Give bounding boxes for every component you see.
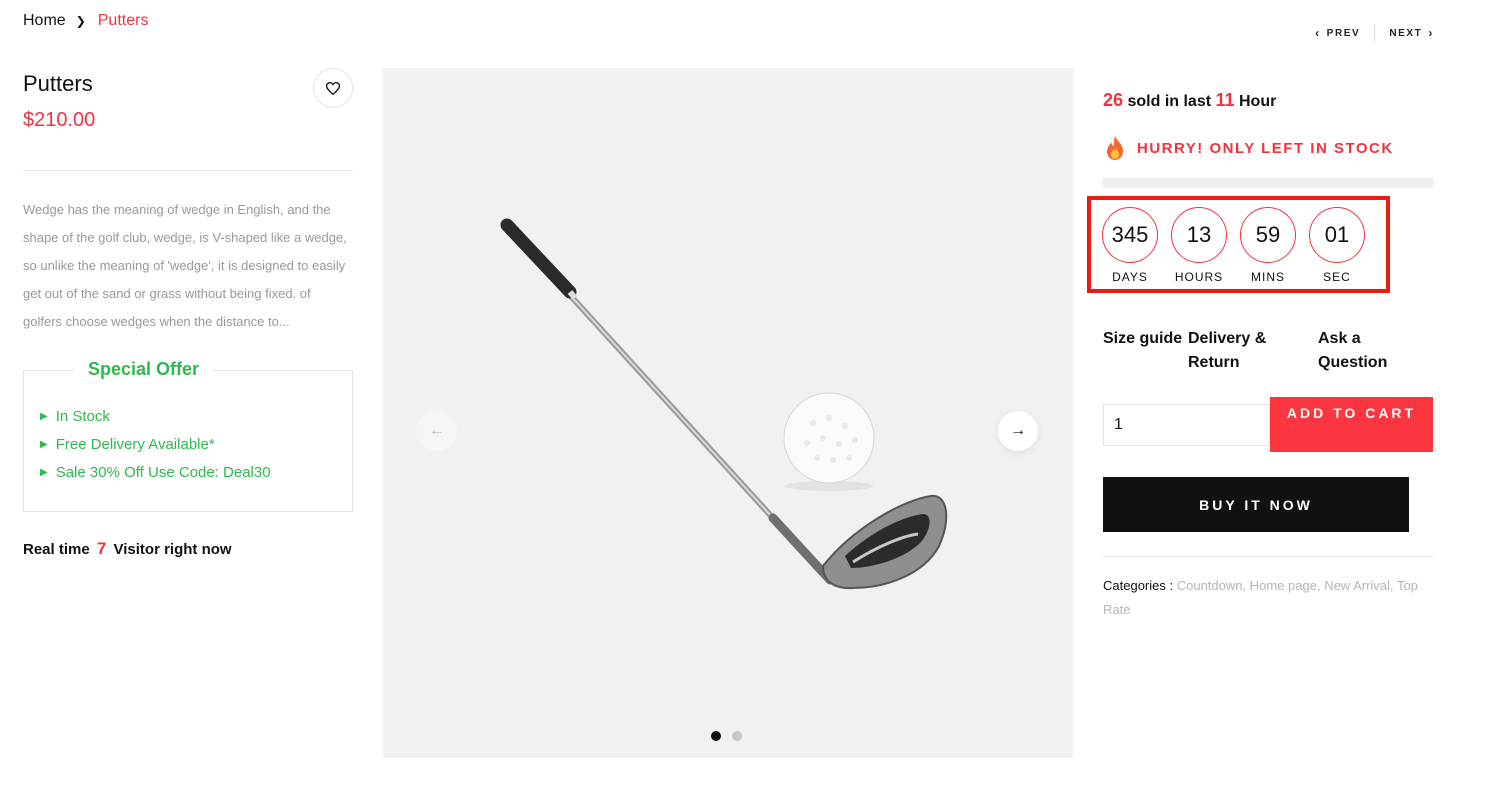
product-gallery: ← →: [383, 68, 1073, 758]
heart-icon: [326, 81, 340, 95]
prev-product-link[interactable]: ‹ PREV: [1315, 26, 1360, 40]
product-description: Wedge has the meaning of wedge in Englis…: [23, 202, 347, 329]
divider: [1103, 556, 1433, 557]
wishlist-button[interactable]: [313, 68, 353, 108]
delivery-return-link[interactable]: Delivery & Return: [1188, 327, 1318, 375]
countdown-secs-value: 01: [1309, 207, 1365, 263]
add-to-cart-button[interactable]: ADD TO CART: [1270, 397, 1433, 452]
countdown-secs-label: SEC: [1323, 270, 1351, 284]
offer-item-label: In Stock: [55, 408, 110, 425]
product-info-links: Size guide Delivery & Return Ask a Quest…: [1103, 327, 1433, 375]
countdown-mins-value: 59: [1240, 207, 1296, 263]
gallery-next-button[interactable]: →: [998, 411, 1038, 451]
countdown-days-label: DAYS: [1112, 270, 1148, 284]
divider: [23, 170, 353, 171]
offer-item-label: Sale 30% Off Use Code: Deal30: [55, 464, 271, 481]
purchase-panel: 26 sold in last 11 Hour HURRY! ONLY LEFT…: [1087, 90, 1433, 617]
sold-count: 26: [1103, 90, 1124, 110]
sold-mid: sold in last: [1127, 93, 1212, 110]
stock-progress-bar: [1103, 178, 1433, 188]
chevron-left-icon: ‹: [1315, 26, 1321, 40]
categories-label: Categories :: [1103, 578, 1174, 593]
category-link[interactable]: Home page,: [1250, 578, 1321, 593]
product-summary: Putters $210.00 Wedge has the meaning of…: [23, 68, 353, 559]
title-row: Putters: [23, 68, 353, 108]
countdown-days: 345 DAYS: [1102, 207, 1158, 284]
triangle-right-icon: ▶: [40, 467, 48, 478]
sold-suffix: Hour: [1239, 93, 1277, 110]
countdown-secs: 01 SEC: [1309, 207, 1365, 284]
gallery-prev-button[interactable]: ←: [417, 411, 457, 451]
category-link[interactable]: New Arrival,: [1324, 578, 1393, 593]
sold-counter: 26 sold in last 11 Hour: [1103, 90, 1433, 111]
special-offer-list: ▶ In Stock ▶ Free Delivery Available* ▶ Sal…: [40, 403, 271, 487]
fire-icon: [1107, 136, 1123, 160]
size-guide-link[interactable]: Size guide: [1103, 327, 1188, 375]
countdown-hours-label: HOURS: [1174, 270, 1224, 284]
countdown-items: 345 DAYS 13 HOURS 59 MINS 01 SEC: [1102, 207, 1365, 284]
product-pager: ‹ PREV NEXT ›: [1315, 24, 1434, 42]
product-title: Putters: [23, 71, 93, 96]
breadcrumb-current: Putters: [97, 12, 149, 29]
special-offer-box: Special Offer ▶ In Stock ▶ Free Delivery A…: [23, 359, 353, 512]
special-offer-title: Special Offer: [74, 359, 214, 380]
gallery-dot[interactable]: [732, 731, 742, 741]
next-label: NEXT: [1389, 27, 1423, 39]
countdown-mins: 59 MINS: [1240, 207, 1296, 284]
countdown-mins-label: MINS: [1251, 270, 1285, 284]
hurry-notice: HURRY! ONLY LEFT IN STOCK: [1103, 135, 1433, 161]
prev-label: PREV: [1326, 27, 1361, 39]
ask-question-link[interactable]: Ask a Question: [1318, 327, 1418, 375]
visitors-prefix: Real time: [23, 541, 90, 558]
product-price: $210.00: [23, 109, 96, 131]
chevron-right-icon: ❯: [75, 14, 86, 28]
visitors-count: 7: [96, 539, 107, 558]
buy-now-button[interactable]: BUY IT NOW: [1103, 477, 1409, 532]
realtime-visitors: Real time 7 Visitor right now: [23, 539, 353, 559]
arrow-left-icon: ←: [429, 422, 445, 439]
offer-item: ▶ In Stock: [40, 403, 271, 431]
sold-hours: 11: [1215, 90, 1235, 110]
breadcrumb: Home ❯ Putters: [23, 12, 148, 30]
triangle-right-icon: ▶: [40, 411, 48, 422]
gallery-dots: [711, 731, 742, 741]
hurry-text: HURRY! ONLY LEFT IN STOCK: [1137, 139, 1394, 157]
visitors-suffix: Visitor right now: [113, 541, 232, 558]
pager-divider: [1374, 24, 1376, 42]
countdown-days-value: 345: [1102, 207, 1158, 263]
countdown-hours: 13 HOURS: [1171, 207, 1227, 284]
breadcrumb-home-link[interactable]: Home: [23, 12, 66, 30]
gallery-dot[interactable]: [711, 731, 721, 741]
quantity-input[interactable]: [1103, 404, 1270, 446]
arrow-right-icon: →: [1010, 422, 1026, 439]
chevron-right-icon: ›: [1428, 26, 1434, 40]
triangle-right-icon: ▶: [40, 439, 48, 450]
category-link[interactable]: Countdown,: [1177, 578, 1246, 593]
categories: Categories : Countdown, Home page, New A…: [1103, 574, 1433, 622]
offer-item: ▶ Sale 30% Off Use Code: Deal30: [40, 459, 271, 487]
next-product-link[interactable]: NEXT ›: [1389, 26, 1434, 40]
product-image: [500, 218, 948, 590]
countdown-timer: 345 DAYS 13 HOURS 59 MINS 01 SEC: [1087, 196, 1390, 293]
offer-item: ▶ Free Delivery Available*: [40, 431, 271, 459]
countdown-hours-value: 13: [1171, 207, 1227, 263]
offer-item-label: Free Delivery Available*: [55, 436, 215, 453]
